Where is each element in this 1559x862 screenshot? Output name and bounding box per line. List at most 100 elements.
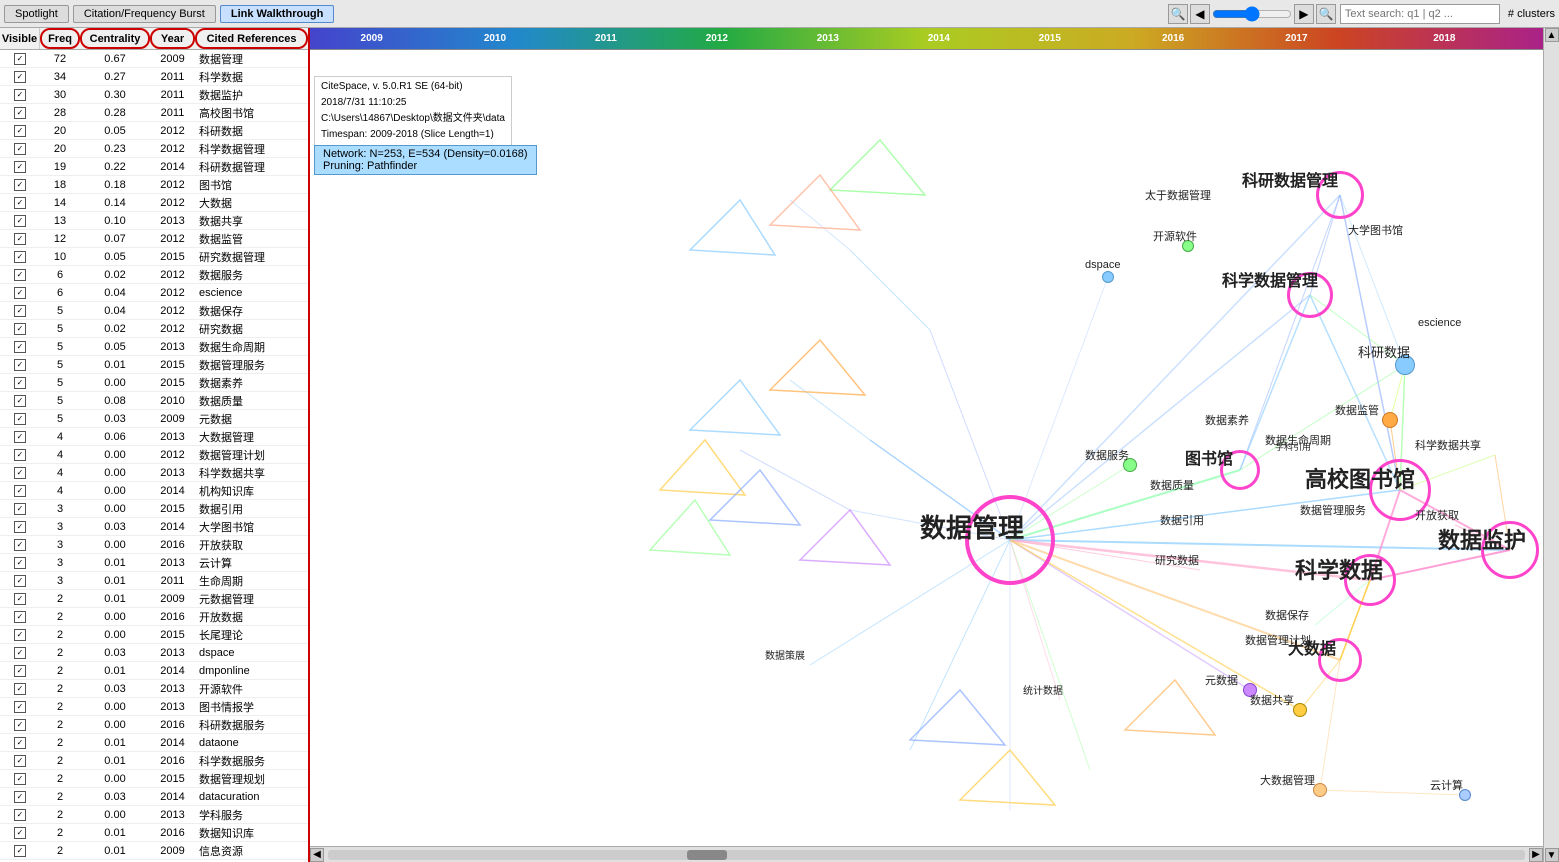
cell-visible[interactable]: [0, 107, 40, 119]
checkbox[interactable]: [14, 323, 26, 335]
checkbox[interactable]: [14, 413, 26, 425]
checkbox[interactable]: [14, 161, 26, 173]
checkbox[interactable]: [14, 485, 26, 497]
right-scrollbar[interactable]: ▲ ▼: [1543, 28, 1559, 862]
table-row[interactable]: 13 0.10 2013 数据共享: [0, 212, 308, 230]
table-row[interactable]: 5 0.01 2015 数据管理服务: [0, 356, 308, 374]
table-row[interactable]: 18 0.18 2012 图书馆: [0, 176, 308, 194]
checkbox[interactable]: [14, 305, 26, 317]
table-row[interactable]: 2 0.00 2015 长尾理论: [0, 626, 308, 644]
cell-visible[interactable]: [0, 179, 40, 191]
table-row[interactable]: 10 0.05 2015 研究数据管理: [0, 248, 308, 266]
checkbox[interactable]: [14, 143, 26, 155]
node-高校图书馆[interactable]: [1369, 459, 1431, 521]
scroll-track[interactable]: [328, 850, 1525, 860]
checkbox[interactable]: [14, 233, 26, 245]
table-row[interactable]: 2 0.01 2014 dataone: [0, 734, 308, 752]
checkbox[interactable]: [14, 701, 26, 713]
node-大数据管理[interactable]: [1313, 783, 1327, 797]
checkbox[interactable]: [14, 773, 26, 785]
checkbox[interactable]: [14, 575, 26, 587]
cell-visible[interactable]: [0, 233, 40, 245]
table-row[interactable]: 20 0.05 2012 科研数据: [0, 122, 308, 140]
checkbox[interactable]: [14, 359, 26, 371]
table-row[interactable]: 4 0.00 2012 数据管理计划: [0, 446, 308, 464]
checkbox[interactable]: [14, 665, 26, 677]
zoom-out-button[interactable]: 🔍: [1316, 4, 1336, 24]
node-科研数据管理[interactable]: [1316, 171, 1364, 219]
checkbox[interactable]: [14, 89, 26, 101]
node-科学数据管理[interactable]: [1287, 272, 1333, 318]
checkbox[interactable]: [14, 395, 26, 407]
bottom-scrollbar[interactable]: ◀ ▶: [310, 846, 1543, 862]
cell-visible[interactable]: [0, 521, 40, 533]
checkbox[interactable]: [14, 125, 26, 137]
cell-visible[interactable]: [0, 143, 40, 155]
table-row[interactable]: 3 0.00 2015 数据引用: [0, 500, 308, 518]
checkbox[interactable]: [14, 629, 26, 641]
node-数据服务[interactable]: [1123, 458, 1137, 472]
cell-visible[interactable]: [0, 539, 40, 551]
checkbox[interactable]: [14, 251, 26, 263]
table-row[interactable]: 4 0.06 2013 大数据管理: [0, 428, 308, 446]
cell-visible[interactable]: [0, 683, 40, 695]
table-row[interactable]: 2 0.01 2009 元数据管理: [0, 590, 308, 608]
cell-visible[interactable]: [0, 359, 40, 371]
zoom-slider[interactable]: [1212, 6, 1292, 22]
node-数据监护[interactable]: [1481, 521, 1539, 579]
table-row[interactable]: 14 0.14 2012 大数据: [0, 194, 308, 212]
table-row[interactable]: 30 0.30 2011 数据监护: [0, 86, 308, 104]
cell-visible[interactable]: [0, 845, 40, 857]
zoom-right-button[interactable]: ▶: [1294, 4, 1314, 24]
node-数据管理[interactable]: [965, 495, 1055, 585]
table-row[interactable]: 3 0.01 2013 云计算: [0, 554, 308, 572]
table-row[interactable]: 2 0.01 2014 dmponline: [0, 662, 308, 680]
cell-visible[interactable]: [0, 197, 40, 209]
table-row[interactable]: 4 0.00 2014 机构知识库: [0, 482, 308, 500]
table-row[interactable]: 2 0.00 2013 图书情报学: [0, 698, 308, 716]
table-row[interactable]: 6 0.02 2012 数据服务: [0, 266, 308, 284]
scroll-up-arrow[interactable]: ▲: [1545, 28, 1559, 42]
cell-visible[interactable]: [0, 53, 40, 65]
cell-visible[interactable]: [0, 719, 40, 731]
text-search-input[interactable]: [1340, 4, 1500, 24]
cell-visible[interactable]: [0, 737, 40, 749]
cell-visible[interactable]: [0, 809, 40, 821]
scroll-right-arrow[interactable]: ▶: [1529, 848, 1543, 862]
cell-visible[interactable]: [0, 413, 40, 425]
table-row[interactable]: 5 0.08 2010 数据质量: [0, 392, 308, 410]
cell-visible[interactable]: [0, 503, 40, 515]
checkbox[interactable]: [14, 377, 26, 389]
table-row[interactable]: 2 0.01 2016 科学数据服务: [0, 752, 308, 770]
table-row[interactable]: 5 0.00 2015 数据素养: [0, 374, 308, 392]
checkbox[interactable]: [14, 269, 26, 281]
cell-visible[interactable]: [0, 305, 40, 317]
cell-visible[interactable]: [0, 323, 40, 335]
node-科研数据[interactable]: [1395, 355, 1415, 375]
checkbox[interactable]: [14, 593, 26, 605]
spotlight-button[interactable]: Spotlight: [4, 5, 69, 23]
checkbox[interactable]: [14, 71, 26, 83]
node-图书馆[interactable]: [1220, 450, 1260, 490]
table-row[interactable]: 34 0.27 2011 科学数据: [0, 68, 308, 86]
checkbox[interactable]: [14, 107, 26, 119]
cell-visible[interactable]: [0, 647, 40, 659]
node-云计算[interactable]: [1459, 789, 1471, 801]
cell-visible[interactable]: [0, 125, 40, 137]
checkbox[interactable]: [14, 215, 26, 227]
cell-visible[interactable]: [0, 485, 40, 497]
col-header-centrality[interactable]: Centrality: [80, 28, 150, 49]
checkbox[interactable]: [14, 197, 26, 209]
cell-visible[interactable]: [0, 161, 40, 173]
cell-visible[interactable]: [0, 665, 40, 677]
cell-visible[interactable]: [0, 611, 40, 623]
link-walkthrough-button[interactable]: Link Walkthrough: [220, 5, 334, 23]
cell-visible[interactable]: [0, 395, 40, 407]
checkbox[interactable]: [14, 827, 26, 839]
table-row[interactable]: 3 0.01 2011 生命周期: [0, 572, 308, 590]
cell-visible[interactable]: [0, 701, 40, 713]
checkbox[interactable]: [14, 449, 26, 461]
scroll-left-arrow[interactable]: ◀: [310, 848, 324, 862]
cell-visible[interactable]: [0, 755, 40, 767]
table-row[interactable]: 28 0.28 2011 高校图书馆: [0, 104, 308, 122]
